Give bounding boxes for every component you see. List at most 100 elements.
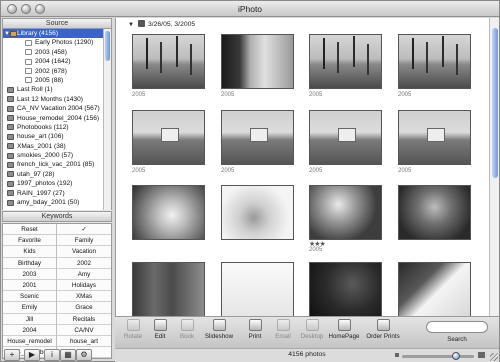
book-button[interactable]: Book [173,319,201,340]
order-prints-button[interactable]: Order Prints [363,319,403,340]
keyword-reset-button[interactable]: Reset [3,224,57,236]
photo-thumbnail[interactable] [132,110,205,165]
source-item-label: RAIN_1997 (27) [17,189,65,197]
slideshow-button[interactable]: Slideshow [201,319,237,340]
homepage-button[interactable]: HomePage [327,319,361,340]
source-item[interactable]: 2003 (458) [3,48,111,57]
source-item[interactable]: utah_97 (28) [3,170,111,179]
photo-thumbnail[interactable] [132,34,205,89]
photo-thumbnail[interactable] [221,34,294,89]
source-item[interactable]: french_lick_vac_2001 (85) [3,160,111,169]
search-input[interactable] [426,321,488,333]
resize-grip[interactable] [490,353,498,361]
zoom-slider-knob[interactable] [452,352,460,360]
info-button[interactable]: i [44,349,60,361]
source-item[interactable]: RAIN_1997 (27) [3,189,111,198]
edit-button[interactable]: Edit [146,319,174,340]
photo-thumbnail[interactable] [309,185,382,240]
roll-header[interactable]: ▼ 3/26/05, 3/2005 [128,19,195,31]
source-item[interactable]: House_remodel_2004 (156) [3,114,111,123]
keyword-button[interactable]: 2003 [3,268,57,280]
photo-thumbnail[interactable] [398,110,471,165]
photo-caption: 2005 [309,92,323,98]
keyword-button[interactable]: Grace [57,302,111,314]
source-scrollbar[interactable] [103,29,111,210]
photo-thumbnail[interactable] [221,110,294,165]
homepage-icon [337,319,351,331]
keyword-button[interactable]: 2001 [3,279,57,292]
rotate-icon [126,319,140,331]
photo-thumbnail[interactable] [398,262,471,317]
keyword-button[interactable]: Emily [3,302,57,314]
photo-thumbnail[interactable] [398,34,471,89]
album-icon [7,133,14,140]
photo-thumbnail[interactable] [132,185,205,240]
keyword-button[interactable]: 2002 [57,257,111,269]
photo-viewer[interactable]: ▼ 3/26/05, 3/2005 2005 2005 2005 2005 2005 200… [115,18,499,317]
photo-thumbnail[interactable] [309,34,382,89]
email-button[interactable]: Email [269,319,297,340]
source-item-label: Library (4156) [17,30,59,37]
source-item[interactable]: XMas_2001 (38) [3,142,111,151]
viewer-scroll-thumb[interactable] [492,28,498,178]
keyword-button[interactable]: Favorite [3,235,57,247]
keyword-button[interactable]: Birthday [3,257,57,269]
source-item[interactable]: 1997_photos (192) [3,179,111,188]
keyword-button[interactable]: XMas [57,291,111,303]
source-item-label: amy_bday_2001 (50) [17,199,80,207]
keyword-row: Scenic XMas [3,291,111,303]
photo-thumbnail[interactable] [221,185,294,240]
rotate-button[interactable]: Rotate [119,319,147,340]
keyword-button[interactable]: Amy [57,268,111,280]
album-icon [25,58,32,65]
keyword-button[interactable]: 2004 [3,324,57,336]
photo-thumbnail[interactable] [309,110,382,165]
keyword-button[interactable]: CA/NV [57,324,111,336]
keyword-button[interactable]: House_remodel [3,335,57,348]
source-item[interactable]: amy_bday_2001 (50) [3,198,111,207]
keyword-checkmark-button[interactable]: ✓ [57,224,111,236]
keyword-button[interactable]: Jill [3,313,57,325]
source-item[interactable]: Photobooks (112) [3,123,111,132]
album-icon [7,171,14,178]
photo-thumbnail[interactable] [221,262,294,317]
keyword-button[interactable]: Recitals [57,313,111,325]
photo-thumbnail[interactable] [309,262,382,317]
print-button[interactable]: Print [241,319,269,340]
source-list[interactable]: ▼ Library (4156) Early Photos (1290) 2003 (… [2,29,112,210]
photo-caption: 2005 [309,247,323,253]
play-slideshow-button[interactable]: ▶ [24,349,40,361]
tool-label: Print [248,333,262,340]
sidebar: Source ▼ Library (4156) Early Photos (1290… [2,18,112,360]
source-item[interactable]: CA_NV Vacation 2004 (567) [3,104,111,113]
photo-thumbnail[interactable] [398,185,471,240]
source-item[interactable]: house_art (106) [3,132,111,141]
keyword-button[interactable]: Scenic [3,291,57,303]
keyword-button[interactable]: house_art [57,335,111,348]
keyword-button[interactable]: Holidays [57,279,111,292]
source-item-label: house_art (106) [17,133,64,141]
desktop-button[interactable]: Desktop [297,319,327,340]
viewer-scrollbar[interactable] [489,18,499,316]
source-item[interactable]: 2004 (1642) [3,57,111,66]
album-icon [7,199,14,206]
status-bar: 4156 photos [115,348,499,362]
slideshow-icon [212,319,226,331]
zoom-slider[interactable] [402,355,474,358]
calendar-button[interactable]: ▦ [60,349,76,361]
keywords-button[interactable]: ⚙ [76,349,92,361]
add-album-button[interactable]: + [4,349,20,361]
source-item[interactable]: 2005 (88) [3,76,111,85]
keyword-button[interactable]: Family [57,235,111,247]
photo-thumbnail[interactable] [132,262,205,317]
source-item[interactable]: 2002 (678) [3,67,111,76]
keyword-button[interactable]: Vacation [57,246,111,258]
source-item[interactable]: Last 12 Months (1430) [3,95,111,104]
keyword-button[interactable]: Kids [3,246,57,258]
source-item[interactable]: ▼ Library (4156) [3,29,111,39]
source-scroll-thumb[interactable] [105,31,110,61]
source-item[interactable]: Early Photos (1290) [3,38,111,47]
source-item[interactable]: smokies_2000 (57) [3,151,111,160]
source-item[interactable]: Last Roll (1) [3,85,111,94]
disclosure-triangle-icon[interactable]: ▼ [128,19,134,31]
